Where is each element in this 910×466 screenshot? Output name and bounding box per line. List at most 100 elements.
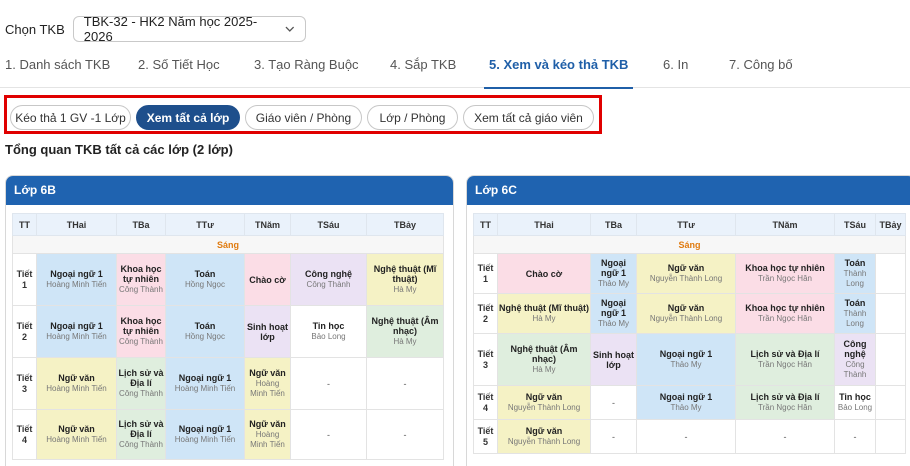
- lesson-cell[interactable]: Nghệ thuật (Âm nhạc) Hà My: [366, 305, 444, 358]
- lesson-cell[interactable]: Công nghệ Công Thành: [834, 333, 876, 386]
- column-header: TSáu: [834, 213, 876, 236]
- lesson-cell[interactable]: Ngoại ngữ 1 Hoàng Minh Tiến: [165, 357, 245, 410]
- lesson-cell[interactable]: Ngữ văn Nguyễn Thành Long: [636, 253, 736, 294]
- lesson-cell[interactable]: [875, 333, 906, 386]
- lesson-cell[interactable]: Lịch sử và Địa lí Trần Ngọc Hân: [735, 385, 835, 420]
- table-row: Tiết 3 Nghệ thuật (Âm nhạc) Hà My Sinh hoạt…: [473, 333, 906, 386]
- lesson-subject: Khoa học tự nhiên: [745, 303, 825, 313]
- lesson-cell[interactable]: -: [290, 409, 367, 460]
- lesson-cell[interactable]: Ngữ văn Hoàng Minh Tiến: [244, 357, 291, 410]
- lesson-cell[interactable]: Ngữ văn Hoàng Minh Tiến: [36, 357, 117, 410]
- lesson-cell[interactable]: [875, 419, 906, 454]
- table-row: Tiết 4 Ngữ văn Nguyễn Thành Long - Ngoại ngữ…: [473, 385, 906, 420]
- mode-lop-phong-button[interactable]: Lớp / Phòng: [367, 105, 458, 130]
- lesson-teacher: Công Thành: [306, 280, 351, 289]
- lesson-cell[interactable]: Khoa học tự nhiên Công Thành: [116, 305, 166, 358]
- lesson-teacher: Nguyễn Thành Long: [649, 274, 723, 283]
- lesson-cell[interactable]: -: [366, 409, 444, 460]
- lesson-cell[interactable]: -: [834, 419, 876, 454]
- lesson-subject: -: [612, 431, 615, 442]
- lesson-cell[interactable]: Ngữ văn Hoàng Minh Tiến: [36, 409, 117, 460]
- lesson-cell[interactable]: -: [636, 419, 736, 454]
- lesson-cell[interactable]: -: [590, 419, 637, 454]
- lesson-subject: Toán: [194, 269, 216, 279]
- lesson-subject: -: [612, 397, 615, 408]
- lesson-cell[interactable]: Lịch sử và Địa lí Trần Ngọc Hân: [735, 333, 835, 386]
- tab-sap-tkb[interactable]: 4. Sắp TKB: [385, 48, 461, 88]
- lesson-teacher: Thảo My: [597, 319, 630, 328]
- lesson-cell[interactable]: Nghệ thuật (Mĩ thuật) Hà My: [366, 253, 444, 306]
- lesson-cell[interactable]: Toán Hồng Ngọc: [165, 305, 245, 358]
- mode-xem-tat-ca-giao-vien-button[interactable]: Xem tất cả giáo viên: [463, 105, 594, 130]
- lesson-subject: Nghệ thuật (Mĩ thuật): [373, 264, 437, 284]
- lesson-cell[interactable]: Công nghệ Công Thành: [290, 253, 367, 306]
- lesson-subject: Chào cờ: [525, 268, 563, 279]
- lesson-cell[interactable]: Toán Thành Long: [834, 293, 876, 334]
- tab-tao-rang-buoc[interactable]: 3. Tạo Ràng Buộc: [249, 48, 364, 88]
- timetable-select-label: Chọn TKB: [5, 21, 65, 37]
- lesson-cell[interactable]: [875, 385, 906, 420]
- lesson-subject: -: [403, 429, 407, 440]
- lesson-cell[interactable]: Khoa học tự nhiên Trần Ngọc Hân: [735, 253, 835, 294]
- lesson-subject: Ngoại ngữ 1: [50, 321, 103, 331]
- lesson-cell[interactable]: -: [735, 419, 835, 454]
- timetable-select[interactable]: TBK-32 - HK2 Năm học 2025-2026: [72, 14, 306, 44]
- mode-xem-tat-ca-lop-button[interactable]: Xem tất cả lớp: [136, 105, 240, 130]
- lesson-cell[interactable]: Ngoại ngữ 1 Hoàng Minh Tiến: [165, 409, 245, 460]
- lesson-subject: -: [853, 431, 857, 442]
- lesson-cell[interactable]: Nghệ thuật (Âm nhạc) Hà My: [497, 333, 591, 386]
- lesson-cell[interactable]: Toán Thành Long: [834, 253, 876, 294]
- lesson-cell[interactable]: Lịch sử và Địa lí Công Thành: [116, 409, 166, 460]
- lesson-subject: -: [684, 431, 688, 442]
- tab-in[interactable]: 6. In: [658, 48, 693, 88]
- lesson-cell[interactable]: -: [590, 385, 637, 420]
- column-header: TBảy: [366, 213, 444, 236]
- lesson-cell[interactable]: Ngoại ngữ 1 Hoàng Minh Tiến: [36, 305, 117, 358]
- lesson-cell[interactable]: Ngữ văn Nguyễn Thành Long: [497, 385, 591, 420]
- lesson-cell[interactable]: Lịch sử và Địa lí Công Thành: [116, 357, 166, 410]
- lesson-cell[interactable]: Ngoại ngữ 1 Thảo My: [590, 253, 637, 294]
- lesson-subject: -: [327, 429, 330, 440]
- column-header: TBa: [590, 213, 637, 236]
- tab-xem-va-keo-tha-tkb[interactable]: 5. Xem và kéo thả TKB: [484, 48, 634, 89]
- lesson-cell[interactable]: Toán Hồng Ngọc: [165, 253, 245, 306]
- column-header: TTư: [636, 213, 736, 236]
- period-label: Tiết 2: [473, 293, 498, 334]
- tab-so-tiet-hoc[interactable]: 2. Số Tiết Học: [133, 48, 225, 88]
- lesson-cell[interactable]: Nghệ thuật (Mĩ thuật) Hà My: [497, 293, 591, 334]
- lesson-cell[interactable]: -: [366, 357, 444, 410]
- lesson-teacher: Hoàng Minh Tiến: [46, 384, 107, 393]
- timetable-6c: TT THai TBa TTư TNăm TSáu TBảy Sáng Tiết 1 Chào c…: [473, 213, 906, 454]
- lesson-teacher: Công Thành: [119, 389, 163, 398]
- lesson-cell[interactable]: Chào cờ: [244, 253, 291, 306]
- mode-keo-tha-button[interactable]: Kéo thả 1 GV -1 Lớp: [10, 105, 131, 130]
- lesson-subject: Tin học: [312, 321, 345, 331]
- lesson-subject: Toán: [844, 298, 866, 308]
- lesson-cell[interactable]: -: [290, 357, 367, 410]
- lesson-subject: Ngoại ngữ 1: [178, 373, 232, 383]
- lesson-teacher: Hà My: [532, 365, 556, 374]
- lesson-cell[interactable]: Ngoại ngữ 1 Hoàng Minh Tiến: [36, 253, 117, 306]
- lesson-cell[interactable]: Ngữ văn Nguyễn Thành Long: [636, 293, 736, 334]
- lesson-cell[interactable]: [875, 253, 906, 294]
- lesson-teacher: Hoàng Minh Tiến: [250, 379, 285, 398]
- lesson-cell[interactable]: Ngữ văn Hoàng Minh Tiến: [244, 409, 291, 460]
- lesson-cell[interactable]: Khoa học tự nhiên Trần Ngọc Hân: [735, 293, 835, 334]
- lesson-cell[interactable]: Sinh hoạt lớp: [244, 305, 291, 358]
- lesson-teacher: Thảo My: [670, 403, 702, 412]
- tab-cong-bo[interactable]: 7. Công bố: [724, 48, 798, 88]
- lesson-cell[interactable]: Khoa học tự nhiên Công Thành: [116, 253, 166, 306]
- lesson-cell[interactable]: Chào cờ: [497, 253, 591, 294]
- lesson-cell[interactable]: Tin học Bảo Long: [834, 385, 876, 420]
- lesson-cell[interactable]: Ngoại ngữ 1 Thảo My: [590, 293, 637, 334]
- lesson-cell[interactable]: Ngoại ngữ 1 Thảo My: [636, 333, 736, 386]
- lesson-cell[interactable]: Sinh hoạt lớp: [590, 333, 637, 386]
- lesson-subject: Ngữ văn: [249, 419, 286, 429]
- lesson-subject: Khoa học tự nhiên: [120, 316, 162, 336]
- lesson-cell[interactable]: Ngoại ngữ 1 Thảo My: [636, 385, 736, 420]
- mode-giao-vien-phong-button[interactable]: Giáo viên / Phòng: [245, 105, 362, 130]
- lesson-cell[interactable]: [875, 293, 906, 334]
- tab-danh-sach-tkb[interactable]: 1. Danh sách TKB: [0, 48, 115, 88]
- lesson-cell[interactable]: Tin học Bảo Long: [290, 305, 367, 358]
- lesson-cell[interactable]: Ngữ văn Nguyễn Thành Long: [497, 419, 591, 454]
